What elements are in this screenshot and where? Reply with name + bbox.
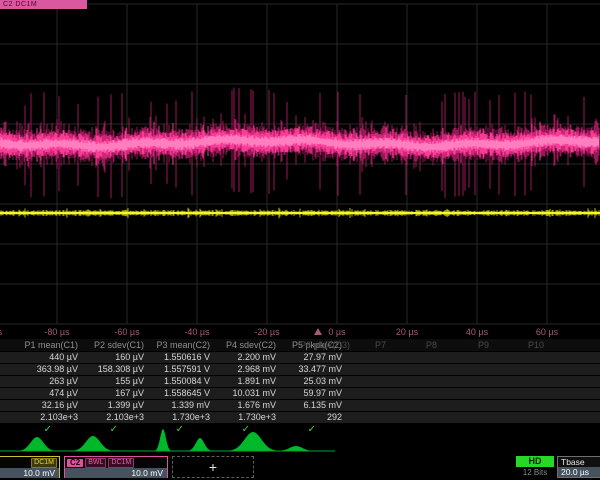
time-axis: -100 µs -80 µs -60 µs -40 µs -20 µs 0 µs… [0, 326, 600, 339]
measure-header-p7[interactable]: P7 [375, 339, 386, 351]
cell: 1.557591 V [144, 364, 210, 375]
add-channel-button[interactable]: + [172, 456, 254, 478]
trace-descriptor-badge[interactable]: C2 DC1M [0, 0, 87, 9]
cell: 292 [276, 412, 342, 423]
cell: 6.135 mV [276, 400, 342, 411]
bottom-bar: DC1M 10.0 mV C2 BWL DC1M 10.0 mV + HD 12… [0, 456, 600, 480]
cell: 59.97 mV [276, 388, 342, 399]
c2-vertical-scale: 10.0 mV [65, 468, 167, 478]
cell: 2.200 mV [210, 352, 276, 363]
c2-coupling-badge: DC1M [108, 458, 134, 468]
measure-header-p1[interactable]: P1 mean(C1) [12, 339, 78, 351]
cell: 1.550616 V [144, 352, 210, 363]
c1-coupling-badge: DC1M [31, 458, 57, 468]
measurement-table: P1 mean(C1) P2 sdev(C1) P3 mean(C2) P4 s… [0, 339, 600, 437]
scope-traces-svg [0, 0, 600, 326]
cell: 2.103e+3 [78, 412, 144, 423]
measure-header-p6[interactable]: P6 pkpk(C3) [300, 339, 350, 351]
cell: 2.103e+3 [12, 412, 78, 423]
table-row-value: 440 µV 160 µV 1.550616 V 2.200 mV 27.97 … [0, 352, 600, 363]
measurement-header-row: P1 mean(C1) P2 sdev(C1) P3 mean(C2) P4 s… [0, 339, 600, 351]
hd-mode-badge[interactable]: HD [516, 456, 554, 467]
cell: 10.031 mV [210, 388, 276, 399]
hd-bits-label: 12 Bits [516, 468, 554, 477]
table-row-sdev: 32.16 µV 1.399 µV 1.339 mV 1.676 mV 6.13… [0, 400, 600, 411]
cell: 1.399 µV [78, 400, 144, 411]
time-tick: 20 µs [377, 327, 437, 337]
c1-vertical-scale: 10.0 mV [0, 468, 59, 478]
measure-header-p8[interactable]: P8 [426, 339, 437, 351]
time-tick: -60 µs [97, 327, 157, 337]
cell: 158.308 µV [78, 364, 144, 375]
cell: 155 µV [78, 376, 144, 387]
cell: 1.730e+3 [210, 412, 276, 423]
time-tick: -40 µs [167, 327, 227, 337]
measure-header-p10[interactable]: P10 [528, 339, 544, 351]
cell: 1.730e+3 [144, 412, 210, 423]
measure-header-p3[interactable]: P3 mean(C2) [144, 339, 210, 351]
table-row-mean: 363.98 µV 158.308 µV 1.557591 V 2.968 mV… [0, 364, 600, 375]
timebase-descriptor[interactable]: Tbase 20.0 µs [557, 456, 600, 478]
trigger-time-marker[interactable] [314, 328, 322, 335]
cell: 25.03 mV [276, 376, 342, 387]
time-tick: 60 µs [517, 327, 577, 337]
measure-header-p2[interactable]: P2 sdev(C1) [78, 339, 144, 351]
cell: 1.550084 V [144, 376, 210, 387]
cell: 33.477 mV [276, 364, 342, 375]
table-row-num: 2.103e+3 2.103e+3 1.730e+3 1.730e+3 292 [0, 412, 600, 423]
timebase-label: Tbase [558, 457, 600, 467]
cell: 167 µV [78, 388, 144, 399]
table-row-min: 263 µV 155 µV 1.550084 V 1.891 mV 25.03 … [0, 376, 600, 387]
timebase-value: 20.0 µs [558, 467, 600, 477]
time-tick: -20 µs [237, 327, 297, 337]
channel-c2-descriptor[interactable]: C2 BWL DC1M 10.0 mV [64, 456, 168, 478]
time-tick: -80 µs [27, 327, 87, 337]
c2-name-badge: C2 [67, 459, 83, 467]
cell: 1.676 mV [210, 400, 276, 411]
waveform-grid[interactable]: C2 DC1M [0, 0, 600, 326]
channel-c1-descriptor[interactable]: DC1M 10.0 mV [0, 456, 60, 478]
cell: 1.891 mV [210, 376, 276, 387]
cell: 474 µV [12, 388, 78, 399]
cell: 2.968 mV [210, 364, 276, 375]
time-tick: -100 µs [0, 327, 17, 337]
cell: 263 µV [12, 376, 78, 387]
cell: 1.558645 V [144, 388, 210, 399]
table-row-max: 474 µV 167 µV 1.558645 V 10.031 mV 59.97… [0, 388, 600, 399]
oscilloscope-screen: C2 DC1M -100 µs -80 µs -60 µs -40 µs -20… [0, 0, 600, 480]
cell: 440 µV [12, 352, 78, 363]
histogram-trace [0, 428, 340, 458]
c2-bwl-badge: BWL [85, 458, 106, 468]
cell: 1.339 mV [144, 400, 210, 411]
cell: 160 µV [78, 352, 144, 363]
measure-header-p9[interactable]: P9 [478, 339, 489, 351]
cell: 363.98 µV [12, 364, 78, 375]
measure-header-p4[interactable]: P4 sdev(C2) [210, 339, 276, 351]
cell: 32.16 µV [12, 400, 78, 411]
cell: 27.97 mV [276, 352, 342, 363]
time-tick: 40 µs [447, 327, 507, 337]
